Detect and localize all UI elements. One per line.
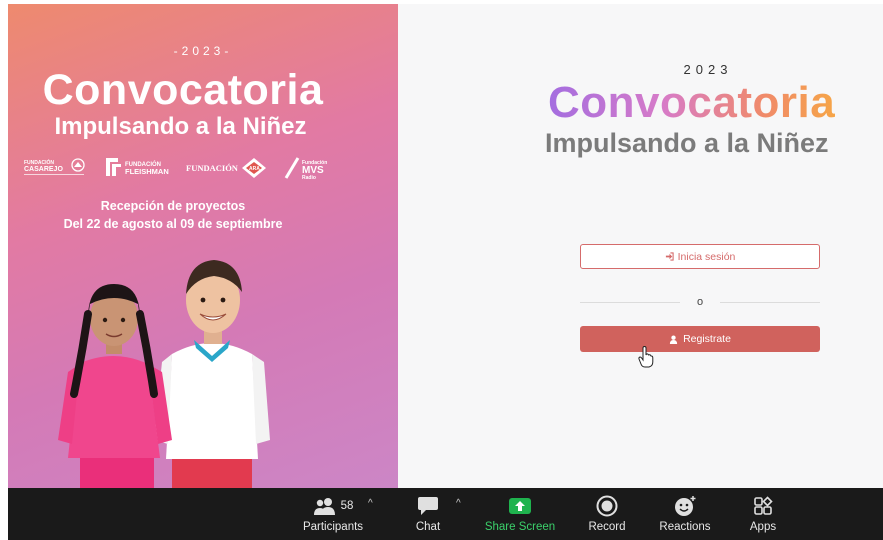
zoom-meeting-window: -2023- Convocatoria Impulsando a la Niñe… [0,0,883,540]
sponsor-logos: FUNDACIÓN CASAREJO FUNDACIÓN FLEISHMAN F… [24,156,344,184]
mvs-radio-logo-icon: Fundación MVS Radio [284,157,327,180]
apps-label: Apps [749,521,777,533]
shared-screen: -2023- Convocatoria Impulsando a la Niñe… [8,4,883,488]
share-screen-button[interactable]: Share Screen [482,488,558,540]
reactions-icon [675,496,696,516]
login-panel: 2023 Convocatoria Impulsando a la Niñez … [398,4,883,488]
girl-figure [58,284,172,488]
share-screen-label: Share Screen [484,521,556,533]
record-label: Record [588,521,626,533]
participants-button[interactable]: 58 Participants [290,488,376,540]
login-subtitle: Impulsando a la Niñez [545,128,829,158]
fleishman-logo-icon: FUNDACIÓN FLEISHMAN [106,158,169,176]
svg-text:ARA: ARA [249,166,260,172]
chat-button[interactable]: Chat [406,488,450,540]
chat-label: Chat [415,521,441,533]
register-button-label: Registrate [683,333,731,345]
login-button[interactable]: Inicia sesión [580,244,820,269]
boy-figure [154,260,270,488]
svg-text:CASAREJO: CASAREJO [24,166,63,173]
svg-text:FUNDACIÓN: FUNDACIÓN [24,158,54,166]
reactions-label: Reactions [659,521,711,533]
user-icon [669,335,678,344]
promo-banner: -2023- Convocatoria Impulsando a la Niñe… [8,4,398,488]
login-button-label: Inicia sesión [677,250,736,263]
participants-icon [313,498,335,515]
record-icon [596,495,618,517]
sign-in-icon [665,252,674,261]
hand-pointer-cursor-icon [638,346,654,368]
svg-text:Radio: Radio [302,175,316,180]
or-divider: o [580,296,820,308]
logo-fundacion-ara: FUNDACIÓN ARA [186,156,268,180]
divider-line-right [720,302,820,303]
share-screen-icon [509,498,531,514]
promo-subtitle: Impulsando a la Niñez [54,113,307,140]
login-title: Convocatoria [548,78,836,127]
svg-text:FUNDACIÓN: FUNDACIÓN [186,163,239,173]
reception-line-2: Del 22 de agosto al 09 de septiembre [63,217,283,231]
chat-icon [418,497,438,515]
svg-text:FLEISHMAN: FLEISHMAN [125,167,169,176]
reactions-button[interactable]: Reactions [654,488,716,540]
fundacion-ara-logo-icon: FUNDACIÓN ARA [186,158,266,178]
reception-dates: Recepción de proyectos Del 22 de agosto … [8,197,338,233]
chat-options-caret-icon[interactable]: ^ [456,498,461,509]
meeting-toolbar: 58 Participants ^ Chat ^ Share Screen Re… [8,488,883,540]
logo-mvs-radio: Fundación MVS Radio [284,156,340,180]
logo-fundacion-casarejo: FUNDACIÓN CASAREJO [24,156,86,178]
apps-button[interactable]: Apps [744,488,782,540]
register-button[interactable]: Registrate [580,326,820,352]
children-photo [58,260,270,488]
promo-year: -2023- [173,44,233,58]
promo-title: Convocatoria [42,66,324,114]
logo-fundacion-fleishman: FUNDACIÓN FLEISHMAN [106,156,172,178]
participants-options-caret-icon[interactable]: ^ [368,498,373,509]
record-button[interactable]: Record [582,488,632,540]
apps-icon [754,496,773,515]
login-year: 2023 [683,62,733,77]
participants-count: 58 [340,500,354,512]
casarejo-logo-icon: FUNDACIÓN CASAREJO [24,158,85,175]
participants-label: Participants [302,521,364,533]
reception-line-1: Recepción de proyectos [100,199,246,213]
